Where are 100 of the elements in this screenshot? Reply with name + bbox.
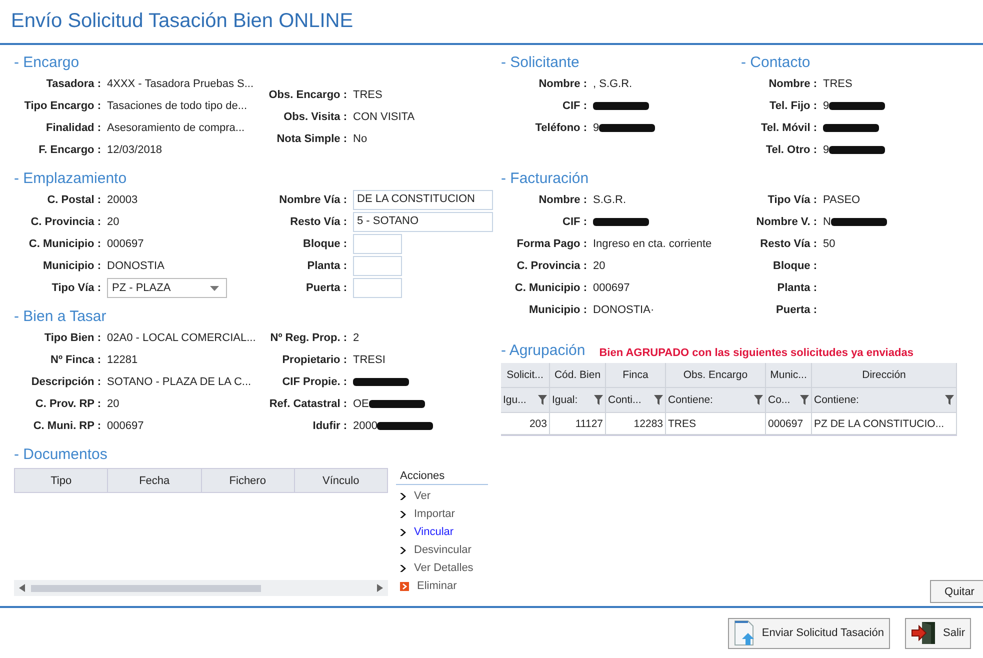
action-link[interactable]: Importar	[414, 508, 455, 520]
filter-label: Igu...	[503, 394, 526, 406]
filter-icon[interactable]	[945, 395, 954, 405]
field-value: 2	[353, 332, 360, 344]
horizontal-scrollbar[interactable]	[14, 580, 388, 596]
field-label: Obs. Encargo :	[268, 89, 348, 101]
filter-label: Conti...	[608, 394, 642, 406]
dropdown-arrow-icon	[210, 286, 219, 290]
action-link[interactable]: Ver	[414, 490, 431, 502]
field-label: Puerta :	[305, 282, 348, 294]
field-label: Nombre :	[538, 194, 588, 206]
field-label: F. Encargo :	[38, 144, 102, 156]
field-label: Bloque :	[302, 238, 348, 250]
field-label: Planta :	[306, 260, 348, 272]
field-value: DONOSTIA	[107, 260, 164, 272]
field-value: 12281	[107, 354, 138, 366]
column-header[interactable]: Fichero	[202, 469, 295, 492]
input-field[interactable]	[353, 234, 402, 254]
table-cell: 12283	[606, 413, 666, 435]
filter-label: Igual:	[552, 394, 578, 406]
field-label: Tel. Móvil :	[760, 122, 818, 134]
field-label: CIF :	[562, 100, 588, 112]
window-title: Envío Solicitud Tasación Bien ONLINE	[11, 10, 354, 33]
field-label: Tipo Vía :	[766, 194, 818, 206]
field-label: Resto Vía :	[759, 238, 818, 250]
scroll-left-icon[interactable]	[19, 584, 25, 592]
action-link[interactable]: Ver Detalles	[414, 562, 474, 574]
send-button[interactable]: Enviar Solicitud Tasación	[728, 618, 890, 648]
field-value: TRES	[353, 89, 382, 101]
field-label: Ref. Catastral :	[268, 398, 348, 410]
filter-icon[interactable]	[800, 395, 809, 405]
field-label: Idufir :	[312, 420, 348, 432]
filter-icon[interactable]	[754, 395, 763, 405]
field-value: 2000	[353, 420, 378, 432]
input-field[interactable]	[353, 278, 402, 298]
filter-label: Contiene:	[814, 394, 859, 406]
filter-icon[interactable]	[654, 395, 663, 405]
action-link[interactable]: Vincular	[414, 526, 454, 538]
chevron-icon	[400, 564, 406, 572]
field-label: Nombre :	[538, 78, 588, 90]
section-heading: - Documentos	[14, 445, 108, 465]
dropdown[interactable]: PZ - PLAZA	[107, 278, 227, 298]
field-label: Municipio :	[42, 260, 102, 272]
field-value: 20	[107, 398, 120, 410]
section-heading: - Bien a Tasar	[14, 307, 108, 327]
field-value: 20	[107, 216, 120, 228]
field-value: N	[823, 216, 831, 228]
input-field[interactable]: 5 - SOTANO	[353, 212, 493, 232]
field-label: C. Municipio :	[514, 282, 588, 294]
field-label: Bloque :	[772, 260, 818, 272]
section-heading: - Agrupación	[501, 341, 586, 361]
field-label: C. Provincia :	[516, 260, 588, 272]
field-value: S.G.R.	[593, 194, 626, 206]
field-value: CON VISITA	[353, 111, 415, 123]
field-value: OE	[353, 398, 369, 410]
field-value: PASEO	[823, 194, 860, 206]
column-header[interactable]: Fecha	[108, 469, 202, 492]
action-link[interactable]: Eliminar	[417, 580, 457, 592]
field-label: Tel. Fijo :	[768, 100, 818, 112]
filter-icon[interactable]	[538, 395, 547, 405]
field-label: Tipo Bien :	[43, 332, 102, 344]
field-value: 000697	[107, 420, 144, 432]
field-label: Puerta :	[775, 304, 818, 316]
remove-button[interactable]: Quitar	[930, 580, 983, 603]
field-label: Nombre :	[768, 78, 818, 90]
section-heading: - Emplazamiento	[14, 169, 128, 189]
filter-label: Co...	[768, 394, 790, 406]
field-label: CIF :	[562, 216, 588, 228]
field-label: Nota Simple :	[276, 133, 348, 145]
field-value: 9	[823, 144, 830, 156]
scroll-right-icon[interactable]	[377, 584, 383, 592]
field-label: Descripción :	[30, 376, 102, 388]
field-value: TRESI	[353, 354, 386, 366]
column-header[interactable]: Tipo	[15, 469, 108, 492]
field-label: C. Prov. RP :	[34, 398, 102, 410]
field-label: C. Municipio :	[28, 238, 102, 250]
field-label: Nº Reg. Prop. :	[269, 332, 348, 344]
chevron-icon	[400, 510, 406, 518]
field-label: Teléfono :	[534, 122, 588, 134]
field-label: Tel. Otro :	[764, 144, 818, 156]
field-label: Nº Finca :	[50, 354, 102, 366]
field-label: C. Postal :	[46, 194, 102, 206]
field-value: , S.G.R.	[593, 78, 632, 90]
field-label: Planta :	[776, 282, 818, 294]
column-header[interactable]: Vínculo	[294, 469, 387, 492]
actions-heading: Acciones	[396, 468, 488, 485]
field-label: Tasadora :	[45, 78, 102, 90]
field-label: CIF Propie. :	[281, 376, 348, 388]
field-value: 20	[593, 260, 606, 272]
field-value: 50	[823, 238, 836, 250]
input-field[interactable]	[353, 256, 402, 276]
filter-label: Contiene:	[668, 394, 713, 406]
field-label: Propietario :	[281, 354, 348, 366]
exit-button[interactable]: Salir	[904, 618, 971, 648]
field-value: 000697	[107, 238, 144, 250]
section-heading: - Solicitante	[501, 53, 580, 73]
action-link[interactable]: Desvincular	[414, 544, 472, 556]
filter-icon[interactable]	[594, 395, 603, 405]
field-label: C. Muni. RP :	[32, 420, 102, 432]
input-field[interactable]: DE LA CONSTITUCION	[353, 190, 493, 210]
